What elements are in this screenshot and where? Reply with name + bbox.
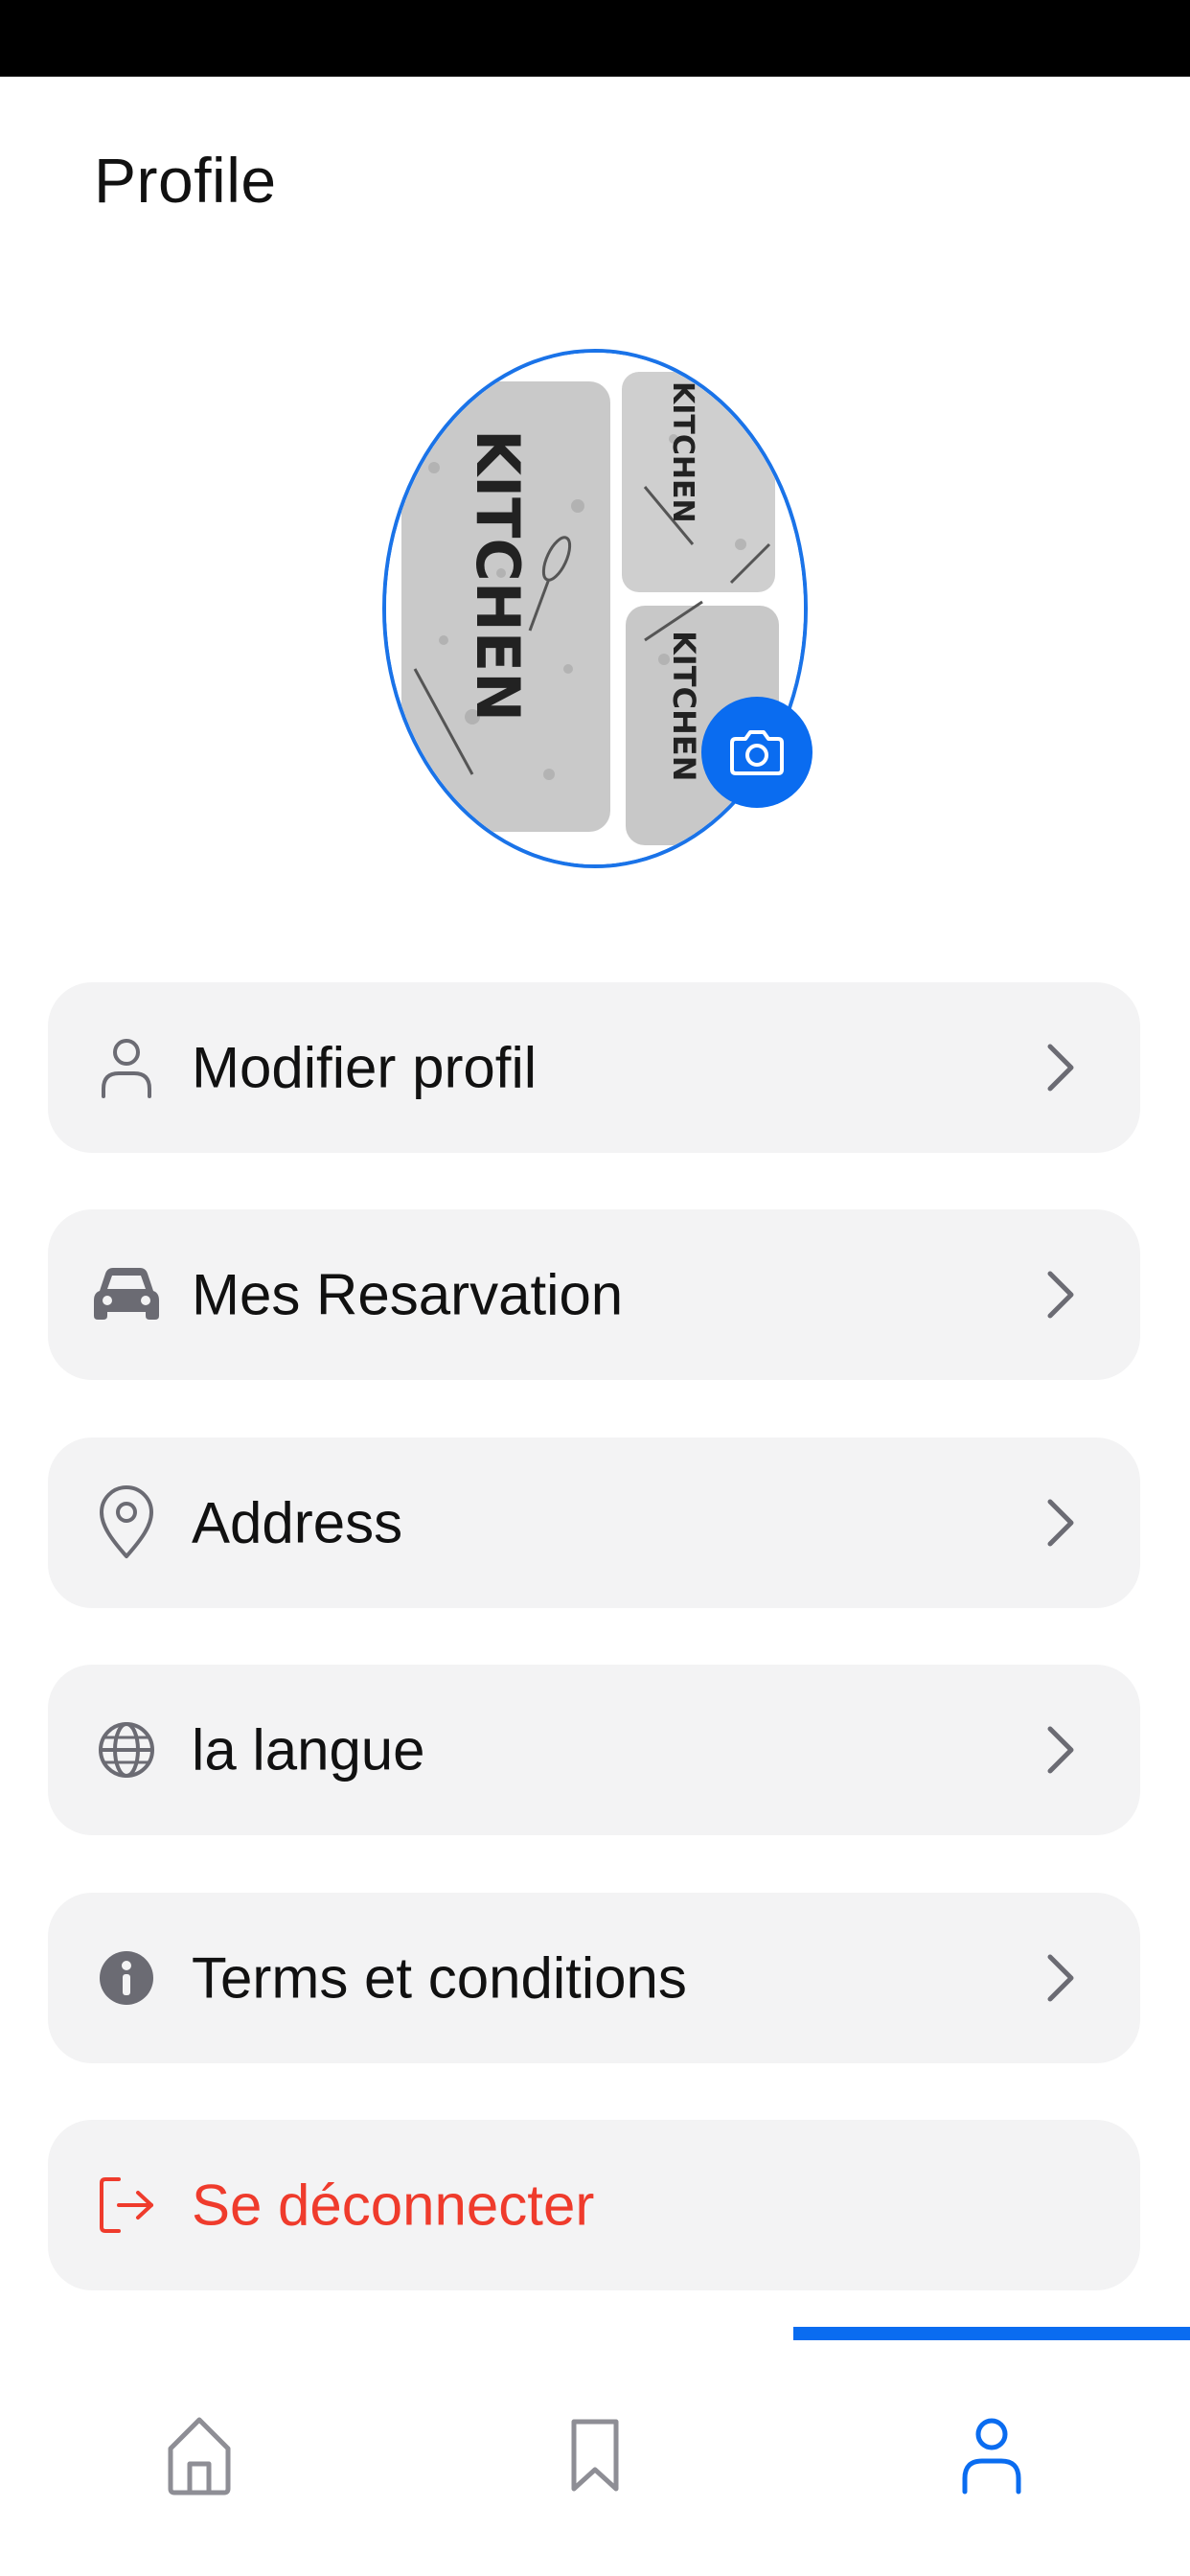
user-icon: [92, 1033, 161, 1102]
profile-avatar-area: KITCHEN KITCHEN KITCHEN: [382, 349, 812, 868]
menu-item-label: Address: [192, 1490, 403, 1555]
menu-item-label: la langue: [192, 1717, 425, 1782]
logout-icon: [92, 2171, 161, 2240]
chevron-right-icon: [1047, 1044, 1074, 1092]
tab-profile[interactable]: [934, 2398, 1049, 2513]
page-title: Profile: [94, 145, 277, 216]
user-icon: [962, 2418, 1021, 2495]
chevron-right-icon: [1047, 1271, 1074, 1319]
active-tab-indicator: [793, 2327, 1190, 2340]
tab-home[interactable]: [142, 2398, 257, 2513]
bookmark-icon: [571, 2419, 619, 2492]
change-photo-button[interactable]: [701, 697, 812, 808]
svg-text:KITCHEN: KITCHEN: [666, 631, 702, 781]
car-icon: [92, 1260, 161, 1329]
camera-icon: [730, 730, 784, 775]
bottom-tab-bar: [0, 2340, 1190, 2576]
menu-item-reservations[interactable]: Mes Resarvation: [48, 1209, 1140, 1380]
menu-item-language[interactable]: la langue: [48, 1665, 1140, 1835]
tab-bookmarks[interactable]: [538, 2398, 652, 2513]
svg-text:KITCHEN: KITCHEN: [463, 429, 533, 722]
chevron-right-icon: [1047, 1726, 1074, 1774]
svg-text:KITCHEN: KITCHEN: [666, 381, 699, 523]
globe-icon: [92, 1715, 161, 1784]
home-icon: [168, 2417, 231, 2496]
logout-label: Se déconnecter: [192, 2173, 595, 2238]
menu-item-label: Modifier profil: [192, 1035, 538, 1100]
chevron-right-icon: [1047, 1499, 1074, 1547]
info-icon: [92, 1944, 161, 2012]
menu-item-terms[interactable]: Terms et conditions: [48, 1893, 1140, 2063]
status-bar: [0, 0, 1190, 77]
menu-item-label: Mes Resarvation: [192, 1262, 624, 1327]
location-pin-icon: [92, 1485, 161, 1558]
chevron-right-icon: [1047, 1954, 1074, 2002]
logout-button[interactable]: Se déconnecter: [48, 2120, 1140, 2290]
menu-item-address[interactable]: Address: [48, 1438, 1140, 1608]
menu-item-label: Terms et conditions: [192, 1945, 687, 2011]
menu-item-edit-profile[interactable]: Modifier profil: [48, 982, 1140, 1153]
